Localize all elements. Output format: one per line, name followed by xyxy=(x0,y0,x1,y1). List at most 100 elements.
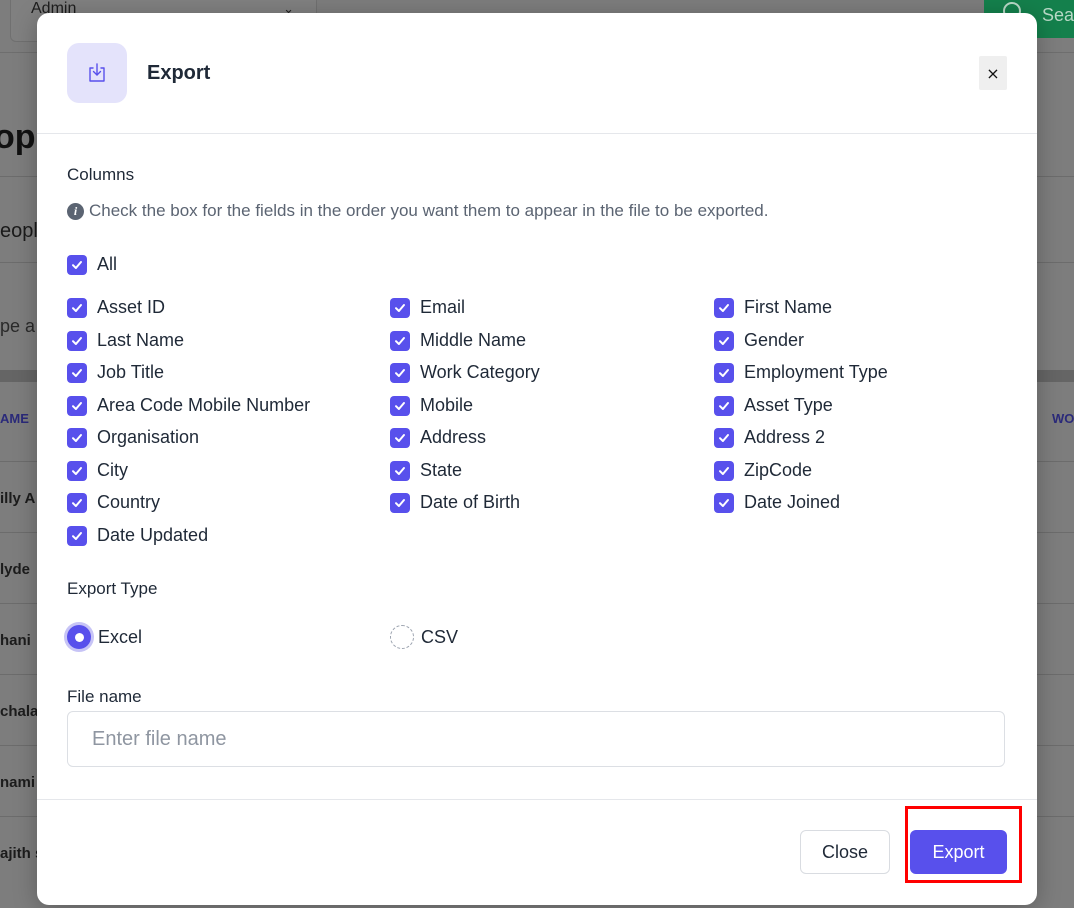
checkbox-label: Middle Name xyxy=(420,330,527,350)
bg-search-input-text: pe a xyxy=(0,316,36,336)
checkbox-label: Asset ID xyxy=(97,297,166,317)
checkbox-checked-icon xyxy=(67,254,87,275)
checkbox-label: Last Name xyxy=(97,330,185,350)
bg-column-header-name: AME xyxy=(0,411,29,426)
modal-title: Export xyxy=(147,62,211,84)
radio-selected-icon xyxy=(67,625,91,649)
radio-label-excel: Excel xyxy=(98,626,143,647)
checkbox-checked-icon xyxy=(714,297,734,318)
checkbox-date-updated[interactable]: Date Updated xyxy=(67,525,208,546)
checkbox-label: Email xyxy=(420,297,466,317)
checkbox-label: Organisation xyxy=(97,427,200,447)
checkbox-asset-id[interactable]: Asset ID xyxy=(67,297,165,318)
checkbox-label: Address xyxy=(420,427,487,447)
bg-table-row: illy A xyxy=(0,490,36,507)
download-icon xyxy=(67,43,127,103)
checkbox-checked-icon xyxy=(390,492,410,513)
checkbox-city[interactable]: City xyxy=(67,460,128,481)
checkbox-label: Country xyxy=(97,492,161,512)
checkbox-mobile[interactable]: Mobile xyxy=(390,395,473,416)
checkbox-checked-icon xyxy=(390,330,410,351)
checkbox-checked-icon xyxy=(714,427,734,448)
checkbox-label: Date of Birth xyxy=(420,492,521,512)
bg-table-row: chala xyxy=(0,703,39,720)
close-button[interactable]: Close xyxy=(800,830,890,874)
checkbox-address-2[interactable]: Address 2 xyxy=(714,427,825,448)
checkbox-checked-icon xyxy=(390,427,410,448)
columns-hint-text: Check the box for the fields in the orde… xyxy=(89,201,769,220)
checkbox-label: Job Title xyxy=(97,362,165,382)
checkbox-work-category[interactable]: Work Category xyxy=(390,362,540,383)
file-name-input[interactable] xyxy=(67,711,1005,767)
bg-table-row: nami xyxy=(0,774,36,791)
checkbox-job-title[interactable]: Job Title xyxy=(67,362,164,383)
checkbox-label: Employment Type xyxy=(744,362,888,382)
checkbox-label: Date Joined xyxy=(744,492,841,512)
modal-footer-divider xyxy=(37,799,1037,800)
checkbox-last-name[interactable]: Last Name xyxy=(67,330,184,351)
checkbox-label: ZipCode xyxy=(744,460,813,480)
checkbox-checked-icon xyxy=(714,330,734,351)
checkbox-organisation[interactable]: Organisation xyxy=(67,427,199,448)
columns-hint: i Check the box for the fields in the or… xyxy=(67,201,768,221)
checkbox-label: Gender xyxy=(744,330,805,350)
bg-table-row: hani xyxy=(0,632,31,649)
checkbox-checked-icon xyxy=(67,525,87,546)
file-name-label: File name xyxy=(67,687,142,706)
bg-column-header-wo: WO xyxy=(1052,411,1074,426)
info-icon: i xyxy=(67,202,84,220)
checkbox-label: Work Category xyxy=(420,362,540,382)
checkbox-checked-icon xyxy=(390,362,410,383)
checkbox-checked-icon xyxy=(714,460,734,481)
checkbox-checked-icon xyxy=(390,297,410,318)
checkbox-label: Asset Type xyxy=(744,395,833,415)
checkbox-checked-icon xyxy=(67,427,87,448)
checkbox-checked-icon xyxy=(714,395,734,416)
modal-header: Export × xyxy=(37,13,1037,134)
checkbox-checked-icon xyxy=(714,362,734,383)
bg-search-label: Sea xyxy=(1042,5,1074,25)
checkbox-middle-name[interactable]: Middle Name xyxy=(390,330,526,351)
checkbox-label: First Name xyxy=(744,297,833,317)
checkbox-checked-icon xyxy=(390,395,410,416)
export-type-label: Export Type xyxy=(67,579,158,598)
bg-page-title: op xyxy=(0,118,36,156)
radio-excel[interactable]: Excel xyxy=(67,625,142,649)
checkbox-date-joined[interactable]: Date Joined xyxy=(714,492,840,513)
radio-label-csv: CSV xyxy=(421,626,459,647)
checkbox-checked-icon xyxy=(67,330,87,351)
checkbox-checked-icon xyxy=(714,492,734,513)
checkbox-checked-icon xyxy=(67,297,87,318)
close-icon[interactable]: × xyxy=(979,56,1007,90)
checkbox-area-code-mobile-number[interactable]: Area Code Mobile Number xyxy=(67,395,310,416)
checkbox-address[interactable]: Address xyxy=(390,427,486,448)
checkbox-checked-icon xyxy=(67,460,87,481)
checkbox-state[interactable]: State xyxy=(390,460,462,481)
checkbox-zipcode[interactable]: ZipCode xyxy=(714,460,812,481)
checkbox-label: Mobile xyxy=(420,395,474,415)
checkbox-label: All xyxy=(97,254,118,274)
checkbox-country[interactable]: Country xyxy=(67,492,160,513)
checkbox-label: State xyxy=(420,460,463,480)
export-button[interactable]: Export xyxy=(910,830,1007,874)
radio-csv[interactable]: CSV xyxy=(390,625,458,649)
checkbox-checked-icon xyxy=(67,395,87,416)
radio-unselected-icon xyxy=(390,625,414,649)
columns-label: Columns xyxy=(67,165,135,184)
checkbox-label: City xyxy=(97,460,128,480)
checkbox-asset-type[interactable]: Asset Type xyxy=(714,395,833,416)
checkbox-label: Date Updated xyxy=(97,525,209,545)
checkbox-checked-icon xyxy=(67,362,87,383)
checkbox-email[interactable]: Email xyxy=(390,297,465,318)
checkbox-gender[interactable]: Gender xyxy=(714,330,804,351)
checkbox-label: Area Code Mobile Number xyxy=(97,395,311,415)
checkbox-employment-type[interactable]: Employment Type xyxy=(714,362,888,383)
checkbox-first-name[interactable]: First Name xyxy=(714,297,832,318)
export-modal: Export × Columns i Check the box for the… xyxy=(37,13,1037,905)
checkbox-checked-icon xyxy=(390,460,410,481)
checkbox-label: Address 2 xyxy=(744,427,826,447)
checkbox-checked-icon xyxy=(67,492,87,513)
checkbox-all[interactable]: All xyxy=(67,254,117,275)
bg-table-row: lyde xyxy=(0,561,31,578)
checkbox-date-of-birth[interactable]: Date of Birth xyxy=(390,492,520,513)
